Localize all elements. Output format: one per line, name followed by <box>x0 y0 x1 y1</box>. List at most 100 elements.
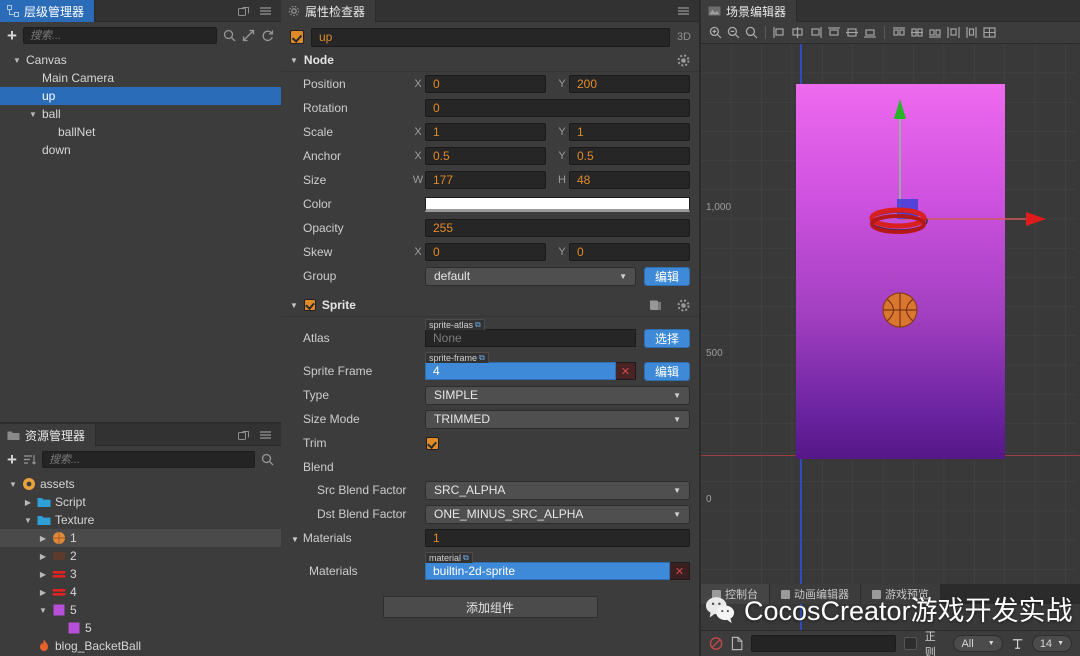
atlas-asset-slot[interactable]: sprite-atlas ⧉ None <box>425 319 636 347</box>
align-right-edge-icon[interactable] <box>808 25 824 41</box>
anchor-x-input[interactable]: 0.5 <box>425 147 546 165</box>
hierarchy-search-input[interactable]: 搜索... <box>22 26 217 44</box>
hierarchy-item-up[interactable]: up <box>0 87 281 105</box>
scene-viewport[interactable]: 1,0005000 0500 控制台动画编辑器游戏预览 <box>701 44 1080 630</box>
menu-icon[interactable] <box>677 5 690 17</box>
tab-scene-editor[interactable]: 场景编辑器 <box>701 0 798 22</box>
hierarchy-item-ballnet[interactable]: ballNet <box>0 123 281 141</box>
rotation-input[interactable]: 0 <box>425 99 690 117</box>
align-vertical-center-icon[interactable] <box>844 25 860 41</box>
color-swatch[interactable] <box>425 196 690 212</box>
zoom-out-icon[interactable] <box>725 25 741 41</box>
menu-icon[interactable] <box>259 5 272 17</box>
src-blend-dropdown[interactable]: SRC_ALPHA ▼ <box>425 480 690 500</box>
mode-3d-toggle[interactable]: 3D <box>677 31 691 43</box>
distribute-horizontal-icon[interactable] <box>945 25 961 41</box>
external-link-icon[interactable]: ⧉ <box>475 320 481 330</box>
regex-checkbox[interactable] <box>904 637 917 650</box>
log-level-dropdown[interactable]: All ▼ <box>953 635 1003 652</box>
size-mode-dropdown[interactable]: TRIMMED ▼ <box>425 409 690 429</box>
chevron-down-icon[interactable]: ▼ <box>28 110 38 119</box>
zoom-in-icon[interactable] <box>707 25 723 41</box>
skew-y-input[interactable]: 0 <box>569 243 690 261</box>
asset-item-texture[interactable]: ▼ Texture <box>0 511 281 529</box>
material-asset-slot[interactable]: material ⧉ builtin-2d-sprite ✕ <box>425 552 690 580</box>
distribute-bottom-icon[interactable] <box>927 25 943 41</box>
align-top-icon[interactable] <box>826 25 842 41</box>
text-size-icon[interactable] <box>1011 637 1024 651</box>
external-link-icon[interactable]: ⧉ <box>463 553 469 563</box>
zoom-fit-icon[interactable] <box>743 25 759 41</box>
help-book-icon[interactable] <box>649 299 662 311</box>
gear-icon[interactable] <box>677 54 690 67</box>
sprite-frame-edit-button[interactable]: 编辑 <box>643 361 690 381</box>
grid-toggle-icon[interactable] <box>981 25 997 41</box>
chevron-right-icon[interactable]: ▶ <box>38 570 48 579</box>
asset-item-2[interactable]: ▶ 2 <box>0 547 281 565</box>
position-x-input[interactable]: 0 <box>425 75 546 93</box>
scale-y-input[interactable]: 1 <box>569 123 690 141</box>
atlas-select-button[interactable]: 选择 <box>643 328 690 348</box>
asset-item-3[interactable]: ▶ 3 <box>0 565 281 583</box>
distribute-top-icon[interactable] <box>891 25 907 41</box>
size-w-input[interactable]: 177 <box>425 171 546 189</box>
bottom-tab-2[interactable]: 动画编辑器 <box>770 584 861 604</box>
asset-item-script[interactable]: ▶ Script <box>0 493 281 511</box>
asset-item-assets[interactable]: ▼ assets <box>0 475 281 493</box>
assets-tree[interactable]: ▼ assets ▶ Script ▼ Texture ▶ 1 ▶ 2 ▶ 3 ▶ 4 ▼ 5 5 blog_Ba… <box>0 472 281 656</box>
font-size-dropdown[interactable]: 14 ▼ <box>1031 635 1072 652</box>
chevron-down-icon[interactable]: ▼ <box>291 535 299 544</box>
chevron-right-icon[interactable]: ▶ <box>38 552 48 561</box>
refresh-icon[interactable] <box>261 29 274 42</box>
asset-item-1[interactable]: ▶ 1 <box>0 529 281 547</box>
chevron-down-icon[interactable]: ▼ <box>8 480 18 489</box>
asset-item-5[interactable]: ▼ 5 <box>0 601 281 619</box>
asset-item-blog_backetball[interactable]: blog_BacketBall <box>0 637 281 655</box>
group-edit-button[interactable]: 编辑 <box>643 266 690 286</box>
hierarchy-item-main-camera[interactable]: Main Camera <box>0 69 281 87</box>
console-filter-input[interactable] <box>751 635 897 652</box>
chevron-right-icon[interactable]: ▶ <box>38 534 48 543</box>
distribute-middle-icon[interactable] <box>909 25 925 41</box>
menu-icon[interactable] <box>259 429 272 441</box>
material-input[interactable]: builtin-2d-sprite <box>425 562 670 580</box>
tab-assets[interactable]: 资源管理器 <box>0 424 97 446</box>
search-icon[interactable] <box>223 29 236 42</box>
opacity-input[interactable]: 255 <box>425 219 690 237</box>
sprite-frame-input[interactable]: 4 <box>425 362 616 380</box>
align-left-edge-icon[interactable] <box>772 25 788 41</box>
chevron-down-icon[interactable]: ▼ <box>12 56 22 65</box>
clear-icon[interactable] <box>709 636 723 651</box>
type-dropdown[interactable]: SIMPLE ▼ <box>425 385 690 405</box>
chevron-down-icon[interactable]: ▼ <box>38 606 48 615</box>
tab-hierarchy[interactable]: 层级管理器 <box>0 0 96 22</box>
position-y-input[interactable]: 200 <box>569 75 690 93</box>
hierarchy-item-ball[interactable]: ▼ ball <box>0 105 281 123</box>
add-component-button[interactable]: 添加组件 <box>382 596 598 618</box>
tab-inspector[interactable]: 属性检查器 <box>281 0 377 22</box>
dst-blend-dropdown[interactable]: ONE_MINUS_SRC_ALPHA ▼ <box>425 504 690 524</box>
trim-checkbox[interactable] <box>426 436 439 450</box>
node-name-input[interactable]: up <box>311 27 670 47</box>
group-dropdown[interactable]: default ▼ <box>425 266 636 286</box>
sprite-enabled-checkbox[interactable] <box>303 299 316 311</box>
assets-search-input[interactable]: 搜索... <box>41 450 255 468</box>
material-clear-button[interactable]: ✕ <box>670 562 690 580</box>
add-asset-button[interactable]: + <box>7 451 17 468</box>
add-node-button[interactable]: + <box>7 27 17 44</box>
distribute-vertical-icon[interactable] <box>963 25 979 41</box>
hierarchy-tree[interactable]: ▼ Canvas Main Camera up ▼ ball ballNet down <box>0 48 281 422</box>
file-icon[interactable] <box>731 636 743 651</box>
chevron-right-icon[interactable]: ▶ <box>23 498 33 507</box>
search-icon[interactable] <box>261 453 274 466</box>
popout-icon[interactable] <box>238 429 250 441</box>
scale-x-input[interactable]: 1 <box>425 123 546 141</box>
scene-bottom-tabs[interactable]: 控制台 动画编辑器 游戏预览 <box>701 584 1080 604</box>
size-h-input[interactable]: 48 <box>569 171 690 189</box>
bottom-tab-1[interactable]: 控制台 <box>701 584 770 604</box>
anchor-y-input[interactable]: 0.5 <box>569 147 690 165</box>
sprite-frame-asset-slot[interactable]: sprite-frame ⧉ 4 ✕ <box>425 352 636 380</box>
node-section-header[interactable]: ▼ Node <box>281 49 699 72</box>
hierarchy-item-canvas[interactable]: ▼ Canvas <box>0 51 281 69</box>
popout-icon[interactable] <box>238 5 250 17</box>
